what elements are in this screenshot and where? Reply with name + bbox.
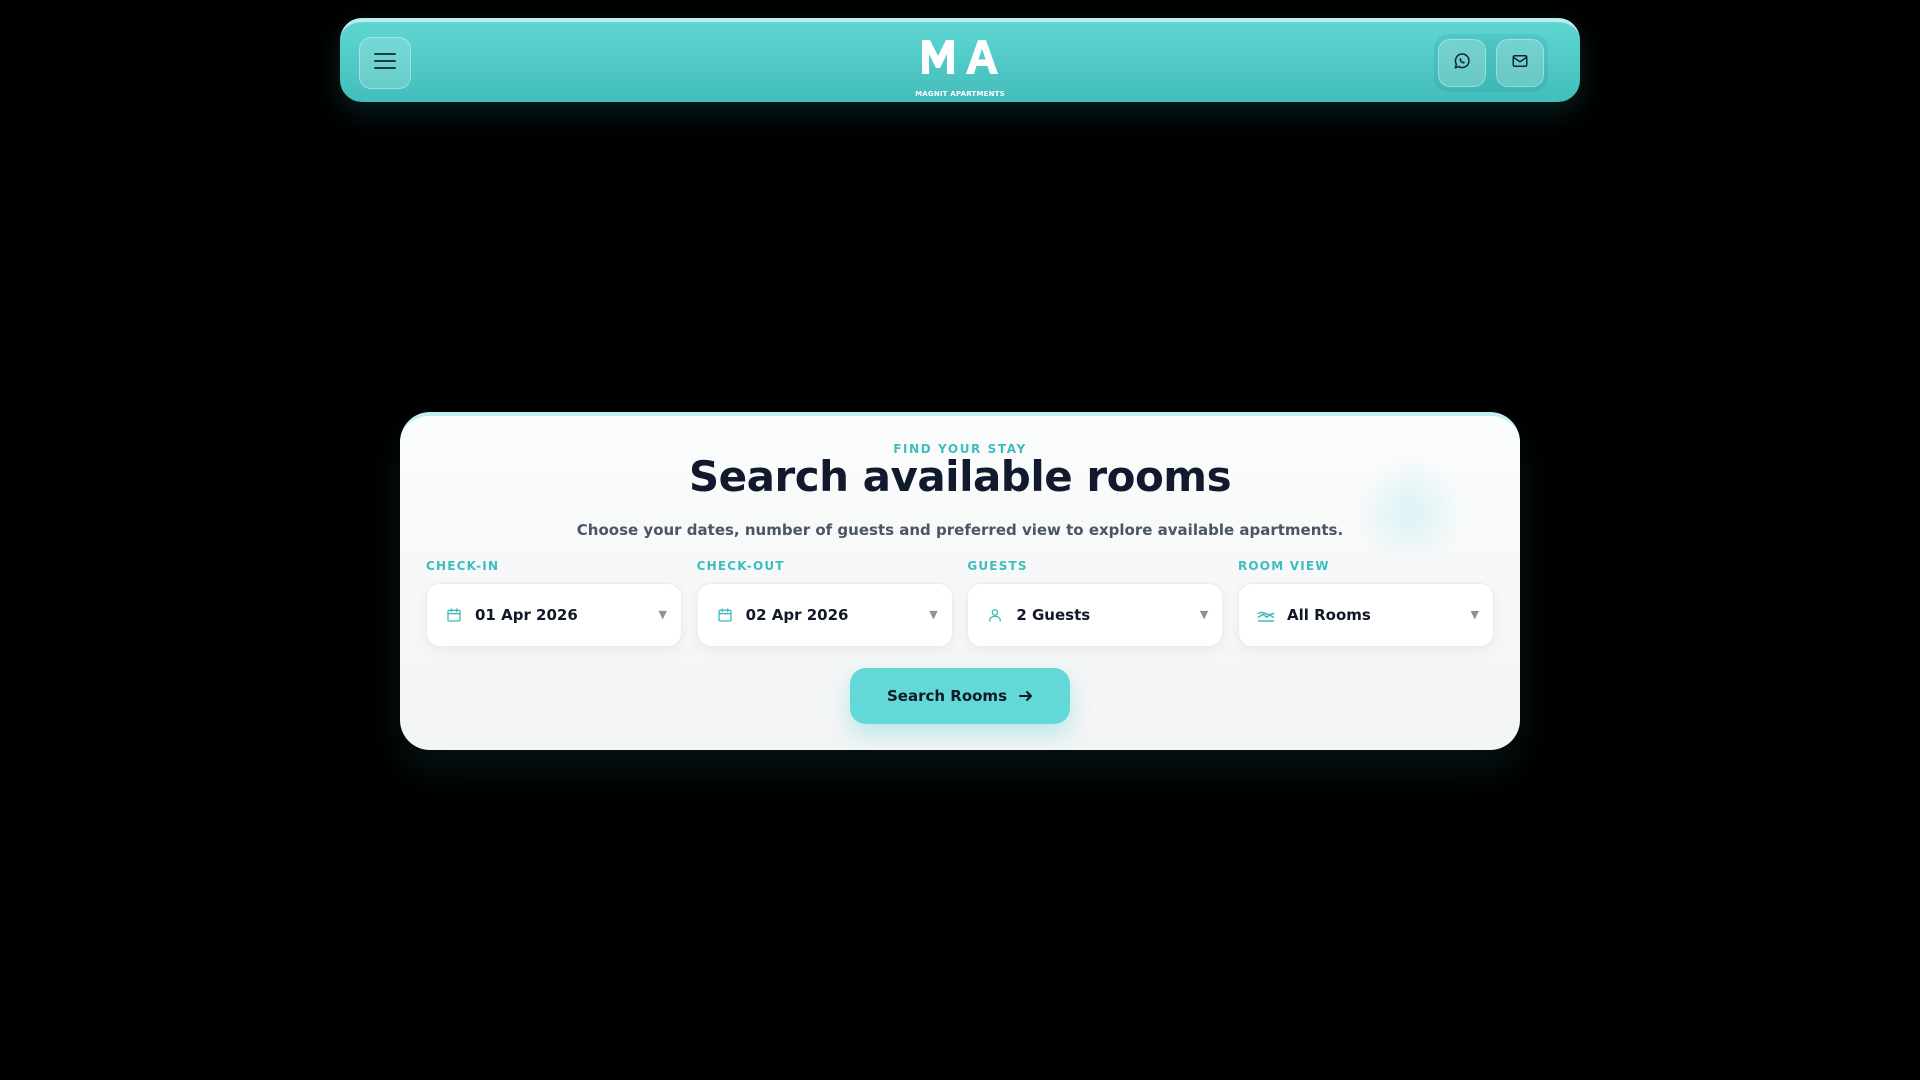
guests-field: GUESTS 2 Guests ▼: [967, 559, 1224, 647]
check-in-label: CHECK-IN: [426, 559, 500, 573]
calendar-icon: [716, 606, 734, 624]
hamburger-icon: [374, 52, 396, 74]
room-view-field: ROOM VIEW All Rooms ▼: [1237, 559, 1494, 647]
logo-mark: [922, 40, 998, 74]
check-out-select[interactable]: 02 Apr 2026 ▼: [696, 583, 953, 647]
menu-button[interactable]: [359, 37, 411, 89]
check-in-value: 01 Apr 2026: [475, 606, 578, 624]
user-icon: [986, 606, 1004, 624]
check-out-label: CHECK-OUT: [696, 559, 785, 573]
room-view-select[interactable]: All Rooms ▼: [1237, 583, 1494, 647]
check-in-field: CHECK-IN 01 Apr 2026 ▼: [426, 559, 682, 647]
check-in-select[interactable]: 01 Apr 2026 ▼: [426, 583, 682, 647]
whatsapp-button[interactable]: [1438, 39, 1486, 87]
chevron-down-icon: ▼: [1470, 607, 1479, 621]
search-fields: CHECK-IN 01 Apr 2026 ▼ CHECK-OUT 02 Apr …: [426, 559, 1494, 647]
guests-label: GUESTS: [967, 559, 1028, 573]
guests-value: 2 Guests: [1016, 606, 1091, 624]
landscape-icon: [1257, 606, 1275, 624]
logo-subtitle: MAGNIT APARTMENTS: [915, 90, 1005, 98]
chevron-down-icon: ▼: [658, 607, 667, 621]
page-title: Search available rooms: [688, 452, 1232, 501]
arrow-right-icon: [1019, 687, 1033, 706]
brand-logo[interactable]: MAGNIT APARTMENTS: [900, 30, 1020, 98]
mail-button[interactable]: [1496, 39, 1544, 87]
chevron-down-icon: ▼: [929, 607, 938, 621]
whatsapp-icon: [1453, 52, 1471, 74]
search-card: FIND YOUR STAY Search available rooms Ch…: [400, 412, 1520, 750]
search-rooms-label: Search Rooms: [886, 687, 1007, 705]
search-description: Choose your dates, number of guests and …: [576, 521, 1344, 539]
top-header: MAGNIT APARTMENTS: [340, 18, 1580, 102]
check-out-field: CHECK-OUT 02 Apr 2026 ▼: [696, 559, 953, 647]
search-rooms-button[interactable]: Search Rooms: [850, 668, 1070, 724]
check-out-value: 02 Apr 2026: [745, 606, 849, 624]
calendar-icon: [445, 606, 463, 624]
chevron-down-icon: ▼: [1199, 607, 1209, 621]
mail-icon: [1511, 52, 1529, 74]
room-view-label: ROOM VIEW: [1237, 559, 1330, 573]
contact-buttons: [1434, 34, 1548, 92]
guests-select[interactable]: 2 Guests ▼: [967, 583, 1224, 647]
room-view-value: All Rooms: [1286, 606, 1371, 624]
